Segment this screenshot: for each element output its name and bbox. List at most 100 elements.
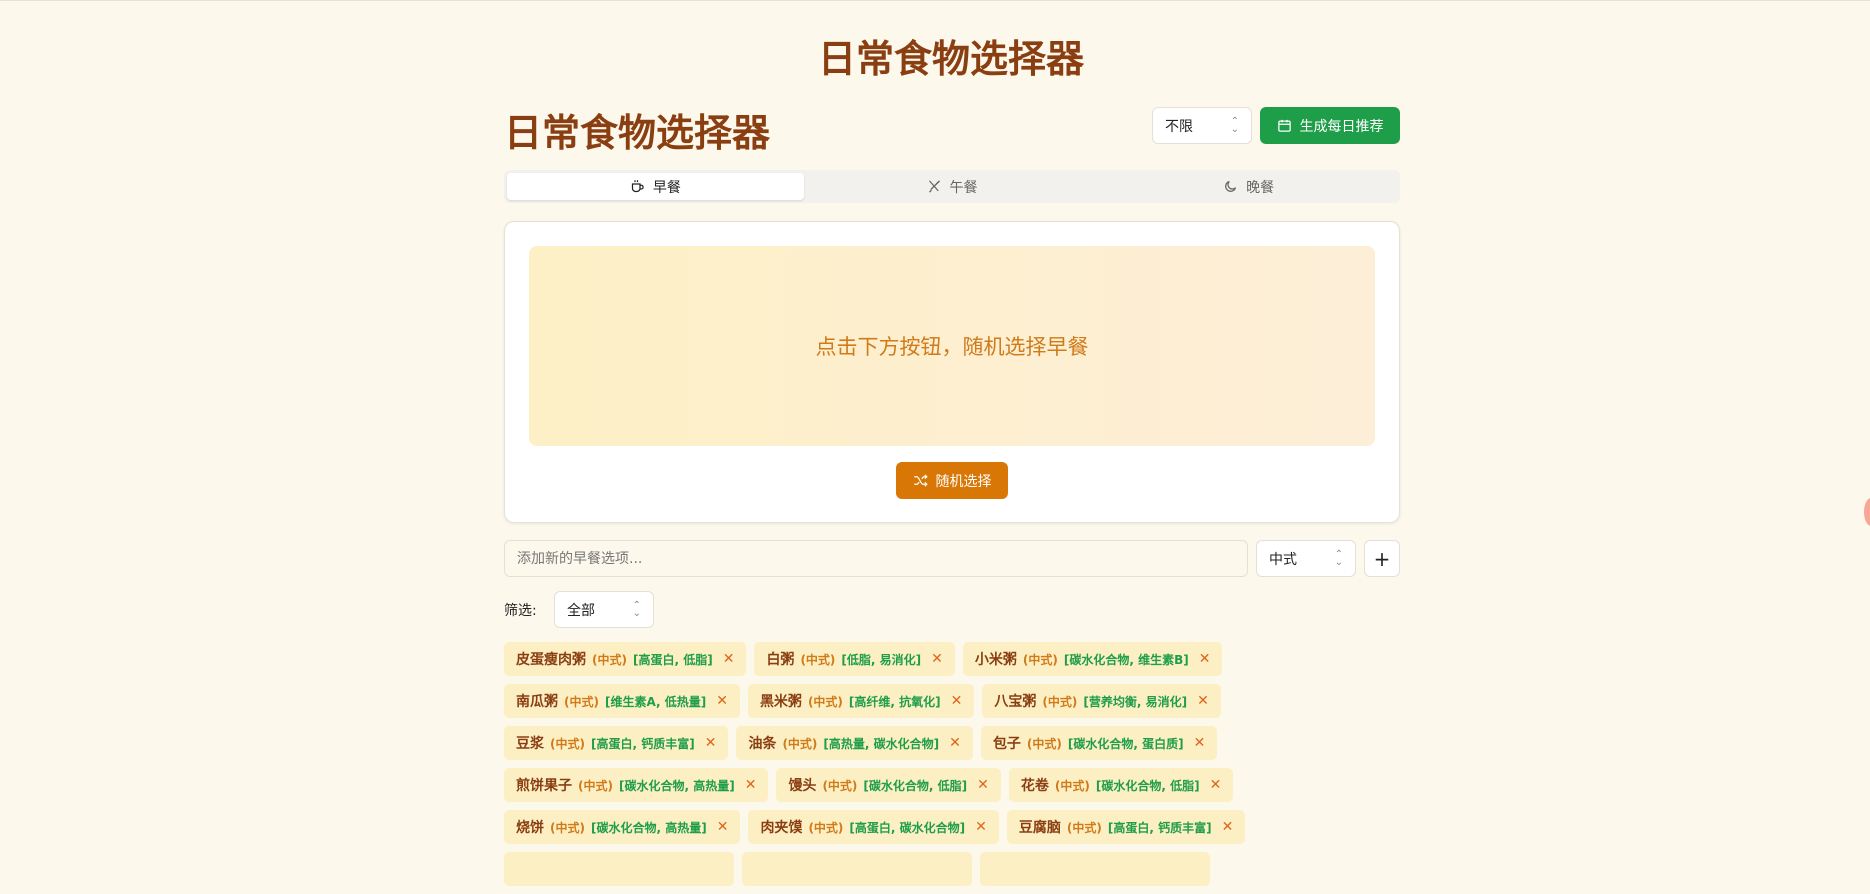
food-cuisine: (中式) [782,736,818,751]
food-chip: 八宝粥 (中式) [营养均衡, 易消化] ✕ [982,684,1221,718]
tab-lunch-label: 午餐 [949,179,978,196]
food-name: 皮蛋瘦肉粥 [516,652,586,668]
food-cuisine: (中式) [807,694,843,709]
add-cuisine-value: 中式 [1269,551,1297,568]
cuisine-filter-value: 不限 [1165,118,1193,135]
food-tags: [碳水化合物, 蛋白质] [1067,736,1184,751]
remove-icon[interactable]: ✕ [1197,693,1209,709]
page-title: 日常食物选择器 [817,37,1084,81]
food-tags: [高热量, 碳水化合物] [823,736,940,751]
food-cuisine: (中式) [1066,820,1102,835]
top-border [0,0,1870,1]
remove-icon[interactable]: ✕ [931,651,943,667]
tag-filter-value: 全部 [567,602,595,619]
food-tags: [高蛋白, 碳水化合物] [849,820,966,835]
food-chip: 豆浆 (中式) [高蛋白, 钙质丰富] ✕ [504,726,729,760]
add-food-input[interactable] [504,540,1248,577]
tab-dinner[interactable]: 晚餐 [1100,173,1397,200]
remove-icon[interactable]: ✕ [975,819,987,835]
food-tags: [维生素A, 低热量] [604,694,707,709]
food-name: 白粥 [766,652,795,668]
food-name: 豆浆 [516,736,544,752]
food-chip: 煎饼果子 (中式) [碳水化合物, 高热量] ✕ [504,768,769,802]
food-chip: 油条 (中式) [高热量, 碳水化合物] ✕ [736,726,973,760]
food-name: 煎饼果子 [516,778,572,794]
food-cuisine: (中式) [1022,652,1058,667]
random-select-label: 随机选择 [935,473,992,490]
remove-icon[interactable]: ✕ [705,735,717,751]
shuffle-icon [913,473,928,488]
food-cuisine: (中式) [1054,778,1090,793]
generate-daily-label: 生成每日推荐 [1299,118,1384,135]
food-name: 八宝粥 [994,694,1037,710]
food-cuisine: (中式) [1042,694,1078,709]
food-name: 豆腐脑 [1018,820,1061,836]
food-row: 豆浆 (中式) [高蛋白, 钙质丰富] ✕ 油条 (中式) [高热量, 碳水化合… [504,726,1400,760]
food-name: 南瓜粥 [516,694,558,710]
remove-icon[interactable]: ✕ [717,819,729,835]
remove-icon[interactable]: ✕ [977,777,989,793]
utensils-crossed-icon [927,179,942,194]
food-cuisine: (中式) [550,736,585,751]
food-name: 烧饼 [516,820,544,836]
section-title: 日常食物选择器 [504,111,771,155]
food-chip: 花卷 (中式) [碳水化合物, 低脂] ✕ [1008,768,1234,802]
remove-icon[interactable]: ✕ [1222,819,1234,835]
food-list: 皮蛋瘦肉粥 (中式) [高蛋白, 低脂] ✕ 白粥 (中式) [低脂, 易消化]… [504,642,1400,894]
food-tags: [碳水化合物, 低脂] [1095,778,1200,793]
food-chip: 皮蛋瘦肉粥 (中式) [高蛋白, 低脂] ✕ [504,642,747,676]
food-chip: 包子 (中式) [碳水化合物, 蛋白质] ✕ [980,726,1218,760]
random-select-button[interactable]: 随机选择 [896,462,1008,499]
tab-breakfast[interactable]: 早餐 [507,173,804,200]
food-cuisine: (中式) [578,778,613,793]
tag-filter-select[interactable]: 全部 ⌃ ⌄ [554,591,654,628]
filter-label: 筛选: [504,603,537,619]
add-food-button[interactable]: + [1364,540,1400,577]
remove-icon[interactable]: ✕ [951,693,963,709]
food-row: 烧饼 (中式) [碳水化合物, 高热量] ✕ 肉夹馍 (中式) [高蛋白, 碳水… [504,810,1400,844]
result-prompt-text: 点击下方按钮，随机选择早餐 [815,335,1089,359]
chevron-updown-icon: ⌃ ⌄ [1334,548,1343,568]
food-cuisine: (中式) [564,694,599,709]
meal-tabs: 早餐 午餐 晚餐 [504,170,1400,203]
food-name: 小米粥 [974,652,1017,668]
remove-icon[interactable]: ✕ [723,651,735,667]
food-chip: 肉夹馍 (中式) [高蛋白, 碳水化合物] ✕ [748,810,999,844]
remove-icon[interactable]: ✕ [1199,651,1211,667]
food-tags: [碳水化合物, 低脂] [863,778,968,793]
moon-icon [1223,179,1238,194]
food-cuisine: (中式) [592,652,627,667]
food-cuisine: (中式) [808,820,844,835]
food-row: 南瓜粥 (中式) [维生素A, 低热量] ✕ 黑米粥 (中式) [高纤维, 抗氧… [504,684,1400,718]
tab-breakfast-label: 早餐 [652,179,681,196]
add-cuisine-select[interactable]: 中式 ⌃ ⌄ [1256,540,1356,577]
remove-icon[interactable]: ✕ [1210,777,1222,793]
food-cuisine: (中式) [550,820,585,835]
food-tags: [碳水化合物, 高热量] [618,778,735,793]
food-name: 包子 [992,736,1021,752]
food-name: 肉夹馍 [760,820,803,836]
remove-icon[interactable]: ✕ [1194,735,1206,751]
food-chip: 馒头 (中式) [碳水化合物, 低脂] ✕ [776,768,1001,802]
remove-icon[interactable]: ✕ [716,693,728,709]
food-chip: 黑米粥 (中式) [高纤维, 抗氧化] ✕ [747,684,975,718]
food-tags: [碳水化合物, 维生素B] [1063,652,1189,667]
tab-lunch[interactable]: 午餐 [804,173,1101,200]
generate-daily-button[interactable]: 生成每日推荐 [1260,107,1400,144]
food-row-partial [504,852,1400,886]
chevron-updown-icon: ⌃ ⌄ [1230,115,1239,135]
food-tags: [营养均衡, 易消化] [1083,694,1188,709]
food-tags: [高蛋白, 钙质丰富] [590,736,695,751]
cuisine-filter-select[interactable]: 不限 ⌃ ⌄ [1152,107,1252,144]
food-cuisine: (中式) [800,652,836,667]
remove-icon[interactable]: ✕ [745,777,757,793]
result-display: 点击下方按钮，随机选择早餐 [529,246,1375,446]
food-name: 油条 [748,736,777,752]
food-row: 皮蛋瘦肉粥 (中式) [高蛋白, 低脂] ✕ 白粥 (中式) [低脂, 易消化]… [504,642,1400,676]
floating-widget-edge[interactable] [1864,498,1870,526]
food-cuisine: (中式) [822,778,858,793]
food-chip-partial [980,852,1210,886]
remove-icon[interactable]: ✕ [949,735,961,751]
food-chip: 豆腐脑 (中式) [高蛋白, 钙质丰富] ✕ [1006,810,1246,844]
calendar-icon [1277,118,1292,133]
